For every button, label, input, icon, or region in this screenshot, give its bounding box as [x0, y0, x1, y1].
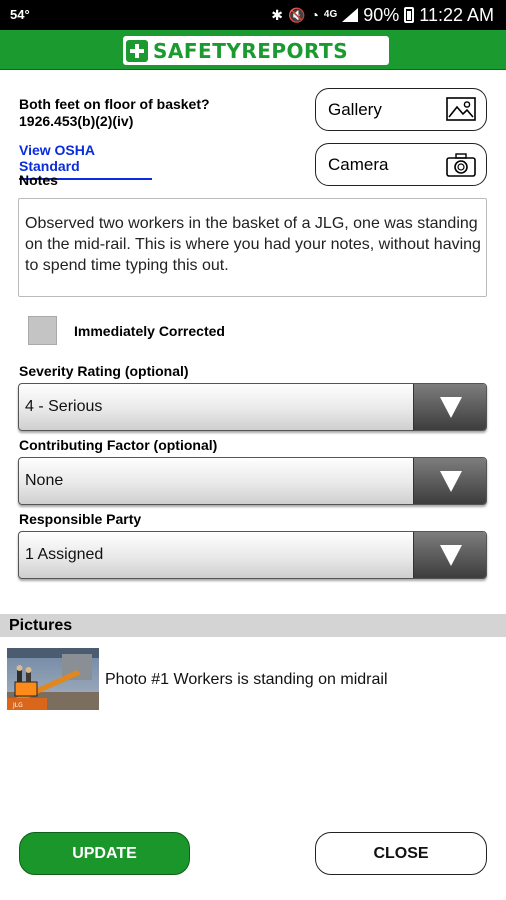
safety-reports-logo: SAFETYREPORTS — [123, 36, 389, 65]
wifi-icon: ◔ — [310, 7, 319, 23]
battery-percent: 90% — [363, 4, 400, 25]
pictures-section-header: Pictures — [0, 614, 506, 637]
signal-icon — [342, 8, 359, 22]
gallery-button-label: Gallery — [328, 99, 382, 119]
dropdown-arrow-icon — [413, 532, 486, 578]
immediately-corrected-label: Immediately Corrected — [74, 323, 225, 339]
status-bar: 54° ✱ 🔇 ◔ 4G 90% 11:22 AM — [0, 0, 506, 30]
dropdown-arrow-icon — [413, 458, 486, 504]
temperature-indicator: 54° — [10, 7, 30, 22]
notes-label: Notes — [19, 172, 58, 188]
camera-button[interactable]: Camera — [315, 143, 487, 186]
photo-thumbnail[interactable]: JLG — [7, 648, 99, 710]
responsible-party-select[interactable]: 1 Assigned — [18, 531, 487, 579]
immediately-corrected-checkbox[interactable] — [28, 316, 57, 345]
network-type: 4G — [323, 9, 338, 20]
boom-lift-photo: JLG — [7, 648, 99, 710]
responsible-party-label: Responsible Party — [19, 511, 142, 527]
camera-button-label: Camera — [328, 154, 389, 174]
logo-text: SAFETYREPORTS — [153, 38, 349, 63]
clock: 11:22 AM — [419, 4, 494, 25]
severity-rating-label: Severity Rating (optional) — [19, 363, 189, 379]
bluetooth-icon: ✱ — [271, 7, 283, 23]
battery-icon — [404, 7, 415, 23]
svg-text:JLG: JLG — [12, 702, 23, 709]
responsible-party-value: 1 Assigned — [25, 546, 104, 563]
severity-rating-value: 4 - Serious — [25, 398, 103, 415]
camera-icon — [446, 152, 476, 177]
contributing-factor-label: Contributing Factor (optional) — [19, 437, 218, 453]
contributing-factor-value: None — [25, 472, 64, 489]
image-icon — [446, 96, 476, 121]
contributing-factor-select[interactable]: None — [18, 457, 487, 505]
question-code: 1926.453(b)(2)(iv) — [19, 113, 134, 129]
question-block: Both feet on floor of basket? 1926.453(b… — [19, 96, 210, 130]
question-text: Both feet on floor of basket? — [19, 96, 210, 112]
close-button[interactable]: CLOSE — [315, 832, 487, 875]
update-button[interactable]: UPDATE — [19, 832, 190, 875]
status-icons: ✱ 🔇 ◔ 4G 90% 11:22 AM — [271, 4, 494, 26]
mute-icon: 🔇 — [288, 7, 306, 23]
dropdown-arrow-icon — [413, 384, 486, 430]
first-aid-cross-icon — [126, 39, 148, 62]
notes-textarea[interactable]: Observed two workers in the basket of a … — [18, 198, 487, 297]
severity-rating-select[interactable]: 4 - Serious — [18, 383, 487, 431]
photo-caption: Photo #1 Workers is standing on midrail — [105, 671, 388, 688]
gallery-button[interactable]: Gallery — [315, 88, 487, 131]
